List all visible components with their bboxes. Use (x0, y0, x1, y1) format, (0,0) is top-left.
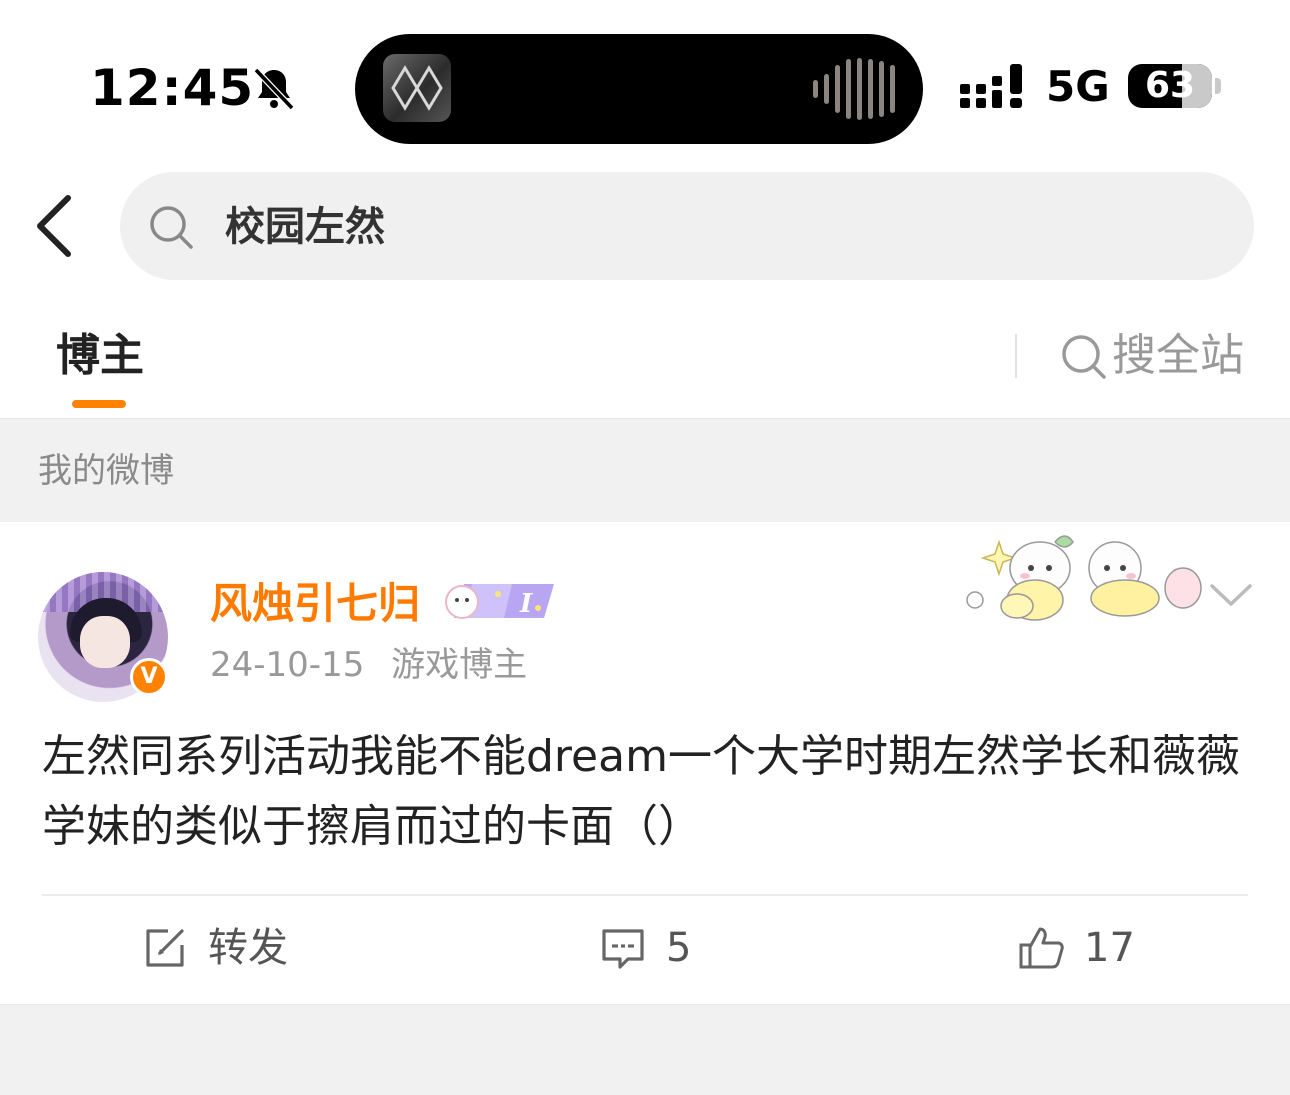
post-card[interactable]: V 风烛引七归 I 24-10-15 游戏博主 左然同系列活动我能不能dream… (0, 522, 1290, 1004)
like-button[interactable]: 17 (1018, 920, 1135, 976)
tab-bar: 博主 搜全站 (0, 300, 1290, 418)
post-category: 游戏博主 (391, 645, 528, 685)
repost-label: 转发 (208, 925, 288, 971)
album-art-icon (383, 54, 451, 122)
dynamic-island[interactable] (355, 34, 923, 144)
repost-icon (146, 929, 184, 967)
weibo-search-results: 12:45 5G 63 校园左然 博主 搜全站 我的微博 V 风烛引七归 I 2… (0, 0, 1290, 1095)
chevron-down-icon[interactable] (1208, 578, 1254, 612)
battery-icon: 63 (1128, 64, 1212, 108)
member-badge-icon[interactable]: I (442, 580, 562, 622)
tab-blogger[interactable]: 博主 (56, 328, 144, 384)
card-divider (42, 894, 1248, 896)
search-all-label: 搜全站 (1112, 330, 1244, 381)
bell-muted-icon (253, 67, 295, 111)
comment-count: 5 (666, 925, 692, 971)
status-time: 12:45 (90, 59, 255, 117)
audio-waveform-icon (813, 56, 895, 122)
search-all-button[interactable]: 搜全站 (1060, 326, 1244, 386)
comment-button[interactable]: 5 (600, 920, 691, 976)
network-type: 5G (1046, 62, 1110, 111)
status-bar: 12:45 5G 63 (0, 0, 1290, 150)
like-count: 17 (1084, 925, 1135, 971)
tab-active-indicator (72, 400, 126, 408)
svg-text:I: I (519, 589, 533, 619)
battery-nub (1215, 78, 1221, 94)
repost-button[interactable]: 转发 (142, 920, 288, 976)
post-meta: 24-10-15 游戏博主 (210, 642, 527, 688)
battery-level: 63 (1144, 65, 1196, 106)
post-date: 24-10-15 (210, 645, 365, 685)
search-icon (150, 206, 193, 249)
card-decoration-sticker (966, 535, 1202, 621)
comment-icon (602, 929, 644, 969)
avatar-face (80, 616, 130, 668)
search-query[interactable]: 校园左然 (225, 200, 385, 254)
section-title: 我的微博 (38, 451, 174, 491)
signal-icon (960, 64, 1022, 108)
feed-background (0, 1004, 1290, 1095)
search-icon (1062, 335, 1106, 379)
section-header: 我的微博 (0, 418, 1290, 522)
verified-badge: V (130, 658, 168, 696)
post-text[interactable]: 左然同系列活动我能不能dream一个大学时期左然学长和薇薇学妹的类似于擦肩而过的… (42, 722, 1262, 862)
chevron-left-icon[interactable] (28, 190, 88, 262)
search-input[interactable]: 校园左然 (120, 172, 1254, 280)
post-username[interactable]: 风烛引七归 (210, 576, 420, 632)
thumbs-up-icon (1019, 927, 1064, 969)
tab-divider (1015, 334, 1017, 378)
